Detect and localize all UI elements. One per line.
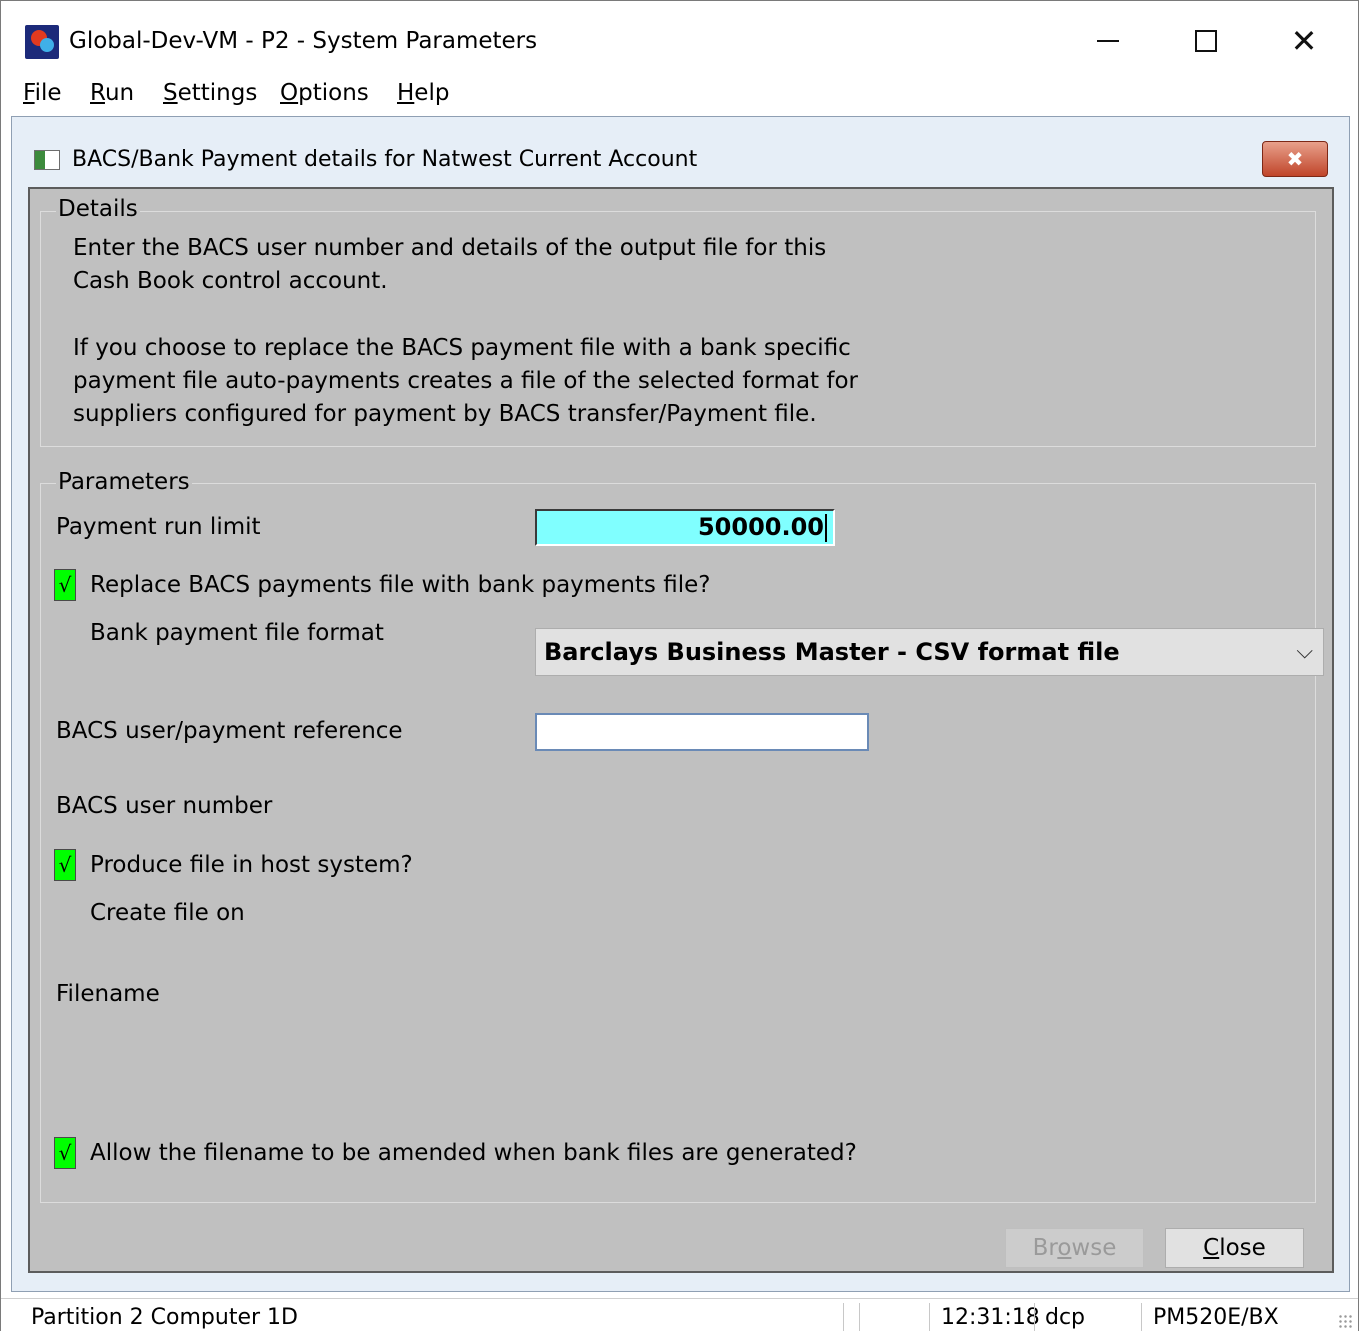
close-icon: ✖ [1286, 147, 1304, 171]
bank-format-select[interactable]: Barclays Business Master - CSV format fi… [535, 628, 1324, 676]
details-text-line-5: suppliers configured for payment by BACS… [73, 401, 817, 427]
status-partition: Partition 2 Computer 1D [31, 1305, 298, 1330]
status-separator [929, 1303, 930, 1331]
bacs-payment-dialog: BACS/Bank Payment details for Natwest Cu… [11, 116, 1350, 1292]
details-text-line-3: If you choose to replace the BACS paymen… [73, 335, 851, 361]
resize-grip-icon[interactable] [1338, 1314, 1352, 1328]
minimize-button[interactable] [1060, 11, 1156, 71]
status-time: 12:31:18 [941, 1305, 1040, 1330]
dialog-title-bar[interactable]: BACS/Bank Payment details for Natwest Cu… [12, 117, 1349, 187]
produce-file-checkbox[interactable]: √ [54, 849, 76, 881]
app-logo-icon [25, 25, 59, 59]
bacs-reference-label: BACS user/payment reference [56, 718, 403, 744]
status-user: dcp [1045, 1305, 1086, 1330]
window-title: Global-Dev-VM - P2 - System Parameters [69, 28, 538, 54]
details-text-line-1: Enter the BACS user number and details o… [73, 235, 827, 261]
status-separator [1141, 1303, 1142, 1331]
title-bar[interactable]: Global-Dev-VM - P2 - System Parameters ✕ [1, 1, 1358, 71]
status-separator [843, 1303, 844, 1331]
payment-run-limit-label: Payment run limit [56, 514, 261, 540]
application-window: Global-Dev-VM - P2 - System Parameters ✕… [0, 0, 1359, 1331]
payment-run-limit-input[interactable]: 50000.00 [535, 509, 835, 546]
close-button[interactable]: Close [1165, 1228, 1304, 1268]
check-icon: √ [58, 1141, 72, 1165]
bank-format-label: Bank payment file format [90, 620, 384, 646]
details-text-line-2: Cash Book control account. [73, 268, 388, 294]
maximize-icon [1195, 30, 1217, 52]
replace-bacs-checkbox[interactable]: √ [54, 569, 76, 601]
check-icon: √ [58, 573, 72, 597]
allow-amend-checkbox[interactable]: √ [54, 1137, 76, 1169]
close-window-button[interactable]: ✕ [1256, 11, 1352, 71]
dialog-close-button[interactable]: ✖ [1262, 141, 1328, 177]
browse-button[interactable]: Browse [1005, 1228, 1144, 1268]
menu-help[interactable]: Help [397, 77, 449, 109]
check-icon: √ [58, 853, 72, 877]
text-caret [825, 514, 827, 542]
menu-options[interactable]: Options [280, 77, 369, 109]
dialog-title: BACS/Bank Payment details for Natwest Cu… [72, 147, 698, 172]
bacs-user-number-label: BACS user number [56, 793, 273, 819]
menu-settings[interactable]: Settings [163, 77, 257, 109]
menu-run[interactable]: Run [90, 77, 134, 109]
allow-amend-label: Allow the filename to be amended when ba… [90, 1140, 857, 1166]
details-group-label: Details [56, 194, 140, 224]
replace-bacs-label: Replace BACS payments file with bank pay… [90, 572, 711, 598]
menu-file[interactable]: File [23, 77, 62, 109]
details-text-line-4: payment file auto-payments creates a fil… [73, 368, 858, 394]
dialog-client-area: Details Enter the BACS user number and d… [28, 187, 1334, 1273]
minimize-icon [1097, 40, 1119, 42]
filename-label: Filename [56, 981, 160, 1007]
maximize-button[interactable] [1158, 11, 1254, 71]
produce-file-label: Produce file in host system? [90, 852, 413, 878]
create-file-on-label: Create file on [90, 900, 245, 926]
status-separator [859, 1303, 860, 1331]
dialog-window-icon [34, 150, 60, 170]
status-bar: Partition 2 Computer 1D 12:31:18 dcp PM5… [1, 1298, 1358, 1331]
menu-bar: File Run Settings Options Help [1, 71, 1358, 115]
status-program: PM520E/BX [1153, 1305, 1279, 1330]
bacs-reference-input[interactable] [535, 713, 869, 751]
parameters-group-label: Parameters [56, 467, 192, 497]
status-separator [1034, 1303, 1035, 1331]
close-icon: ✕ [1290, 22, 1318, 60]
chevron-down-icon: ⌵ [1296, 639, 1313, 664]
